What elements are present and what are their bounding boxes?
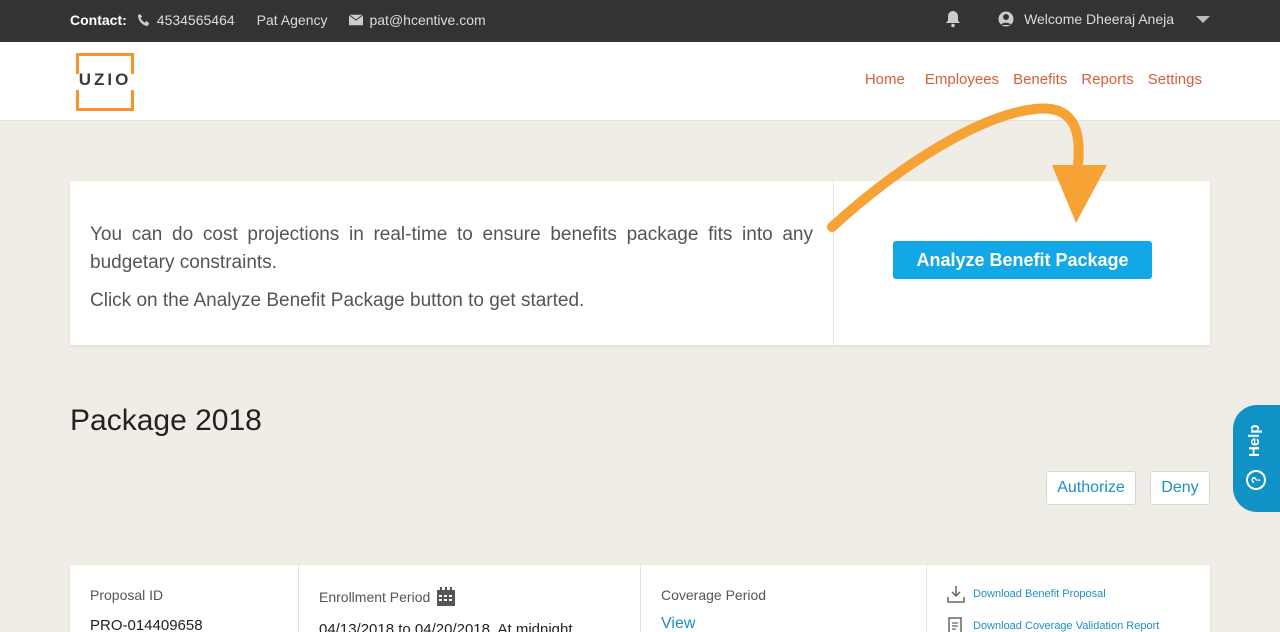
welcome-user[interactable]: Welcome Dheeraj Aneja [1024,11,1174,27]
proposal-id-column: Proposal ID PRO-014409658 [70,565,299,632]
promo-line-1: You can do cost projections in real-time… [90,224,813,273]
download-report-label: Download Coverage Validation Report [973,620,1160,632]
deny-button[interactable]: Deny [1150,471,1210,505]
nav-settings[interactable]: Settings [1148,71,1202,88]
calendar-icon[interactable] [436,587,456,607]
enrollment-value: 04/13/2018 to 04/20/2018, At midnight [319,621,573,632]
coverage-view-link[interactable]: View [661,615,906,632]
proposal-id-value: PRO-014409658 [90,617,203,632]
top-bar: Contact: 4534565464 Pat Agency pat@hcent… [0,0,1280,42]
main-nav: Home Employees Benefits Reports Settings [851,71,1202,88]
uzio-logo[interactable]: UZIO [76,53,134,111]
contact-label: Contact: [70,12,127,28]
promo-text: You can do cost projections in real-time… [70,181,834,345]
chevron-down-icon[interactable] [1196,15,1210,23]
phone-icon [137,13,150,27]
analyze-benefit-package-button[interactable]: Analyze Benefit Package [893,241,1152,279]
mail-icon [349,14,364,26]
question-icon: ? [1246,470,1266,490]
nav-home[interactable]: Home [865,71,905,88]
download-report-link[interactable]: Download Coverage Validation Report [947,617,1190,632]
logo-text: UZIO [78,70,132,89]
coverage-column: Coverage Period View [641,565,927,632]
contact-email[interactable]: pat@hcentive.com [369,12,485,28]
download-icon [947,586,965,603]
proposal-id-label: Proposal ID [90,587,164,603]
user-icon [998,11,1014,27]
enrollment-column: Enrollment Period 04/13/2018 to 04/20/20… [299,565,641,632]
promo-line-2: Click on the Analyze Benefit Package but… [90,290,585,311]
help-tab[interactable]: Help ? [1233,405,1280,512]
enrollment-label: Enrollment Period [319,589,431,605]
contact-agency: Pat Agency [256,12,328,28]
download-proposal-label: Download Benefit Proposal [973,588,1106,600]
curved-arrow-icon [827,103,1107,232]
contact-info: Contact: 4534565464 Pat Agency pat@hcent… [70,12,486,28]
authorize-button[interactable]: Authorize [1046,471,1136,505]
bell-icon[interactable] [944,10,962,28]
package-title: Package 2018 [70,404,262,437]
downloads-column: Download Benefit Proposal Download Cover… [927,565,1210,632]
nav-employees[interactable]: Employees [925,71,999,88]
nav-reports[interactable]: Reports [1081,71,1134,88]
document-icon [948,617,962,632]
help-label: Help [1246,424,1263,457]
package-details-card: Proposal ID PRO-014409658 Enrollment Per… [70,565,1210,632]
user-area: Welcome Dheeraj Aneja [944,10,1210,28]
download-proposal-link[interactable]: Download Benefit Proposal [947,585,1190,603]
nav-benefits[interactable]: Benefits [1013,71,1067,88]
contact-phone: 4534565464 [156,12,235,28]
coverage-label: Coverage Period [661,587,767,603]
